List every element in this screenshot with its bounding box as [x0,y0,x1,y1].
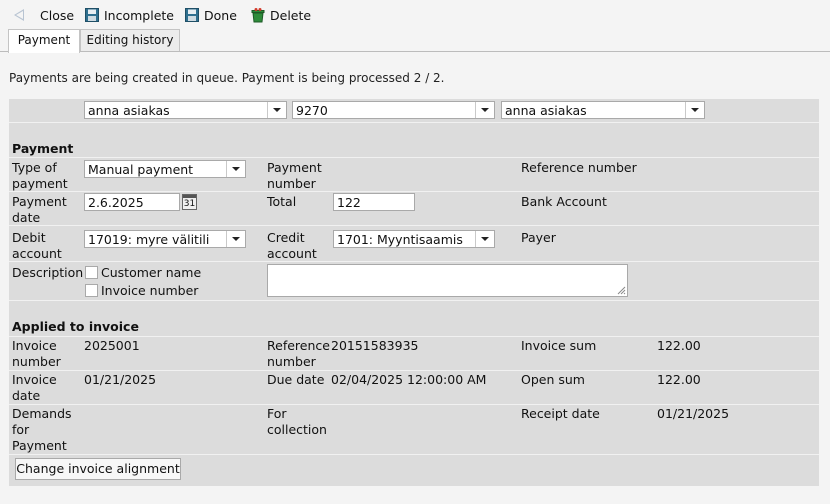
invoice-date-value: 01/21/2025 [84,372,157,387]
delete-button[interactable]: Delete [250,6,311,24]
customer-name-checkbox[interactable] [85,266,98,279]
divider [9,454,819,455]
payment-date-label: Payment date [12,194,67,225]
payer-label: Payer [521,230,556,245]
reference-number-value: 20151583935 [331,338,419,353]
incomplete-button[interactable]: Incomplete [85,6,174,24]
payment-type-select[interactable]: Manual payment [84,160,246,178]
credit-account-select[interactable]: 1701: Myyntisaamis [333,230,495,248]
invoice-sum-value: 122.00 [657,338,701,353]
delete-label: Delete [270,7,312,23]
divider [9,370,819,371]
chevron-down-icon [267,102,286,118]
customer-name-label: Customer name [101,265,202,280]
customer2-select-value: anna asiakas [505,103,587,118]
number-select-value: 9270 [296,103,328,118]
chevron-down-icon [226,231,245,247]
payment-date-input[interactable]: 2.6.2025 [84,193,180,211]
close-label: Close [40,7,75,23]
customer2-select[interactable]: anna asiakas [501,101,705,119]
reference-number-label-applied: Reference number [267,338,330,369]
customer-select[interactable]: anna asiakas [84,101,287,119]
divider [9,300,819,301]
calendar-icon[interactable]: 31 [182,194,197,210]
demands-for-payment-label: Demands for Payment [12,406,72,453]
divider [9,122,819,123]
invoice-number-value: 2025001 [84,338,140,353]
for-collection-label: For collection [267,406,327,437]
payment-panel: anna asiakas 9270 anna asiakas Payment T… [9,99,819,486]
save-icon [185,8,199,22]
back-arrow-icon [14,9,24,21]
type-of-payment-label: Type of payment [12,160,68,191]
toolbar: Close Incomplete Done Delete [0,0,830,29]
bank-account-label: Bank Account [521,194,607,209]
divider [9,404,819,405]
customer-select-value: anna asiakas [88,103,170,118]
receipt-date-value: 01/21/2025 [657,406,730,421]
close-button[interactable]: Close [14,6,74,24]
change-invoice-alignment-button[interactable]: Change invoice alignment [15,458,181,480]
done-label: Done [204,7,237,23]
done-button[interactable]: Done [185,6,237,24]
open-sum-label: Open sum [521,372,585,387]
due-date-label: Due date [267,372,325,387]
applied-to-invoice-heading: Applied to invoice [12,319,139,334]
invoice-number-label: Invoice number [12,338,61,369]
save-icon [85,8,99,22]
total-label: Total [267,194,297,209]
credit-account-label: Credit account [267,230,317,261]
chevron-down-icon [685,102,704,118]
chevron-down-icon [475,102,494,118]
chevron-down-icon [226,161,245,177]
delete-icon [251,8,265,23]
tab-payment[interactable]: Payment [8,29,80,53]
incomplete-label: Incomplete [104,7,174,23]
description-textarea[interactable] [267,264,628,297]
number-select[interactable]: 9270 [292,101,495,119]
debit-account-select[interactable]: 17019: myre välitili [84,230,246,248]
divider [9,225,819,226]
debit-account-label: Debit account [12,230,62,261]
invoice-date-label: Invoice date [12,372,57,403]
divider [9,261,819,262]
payment-number-label: Payment number [267,160,322,191]
open-sum-value: 122.00 [657,372,701,387]
receipt-date-label: Receipt date [521,406,600,421]
divider [9,157,819,158]
chevron-down-icon [475,231,494,247]
invoice-number-checkbox[interactable] [85,284,98,297]
reference-number-label: Reference number [521,160,637,175]
payment-heading: Payment [12,141,74,156]
invoice-number-checkbox-label: Invoice number [101,283,199,298]
queue-status-message: Payments are being created in queue. Pay… [9,71,445,85]
tab-editing-history[interactable]: Editing history [80,29,180,51]
resize-grip-icon[interactable] [616,285,626,295]
tab-strip: Payment Editing history [0,29,830,53]
total-input[interactable]: 122 [333,193,415,211]
due-date-value: 02/04/2025 12:00:00 AM [331,372,487,387]
divider [9,336,819,337]
description-label: Description [12,265,84,280]
payment-type-value: Manual payment [88,162,194,177]
divider [9,191,819,192]
invoice-sum-label: Invoice sum [521,338,597,353]
